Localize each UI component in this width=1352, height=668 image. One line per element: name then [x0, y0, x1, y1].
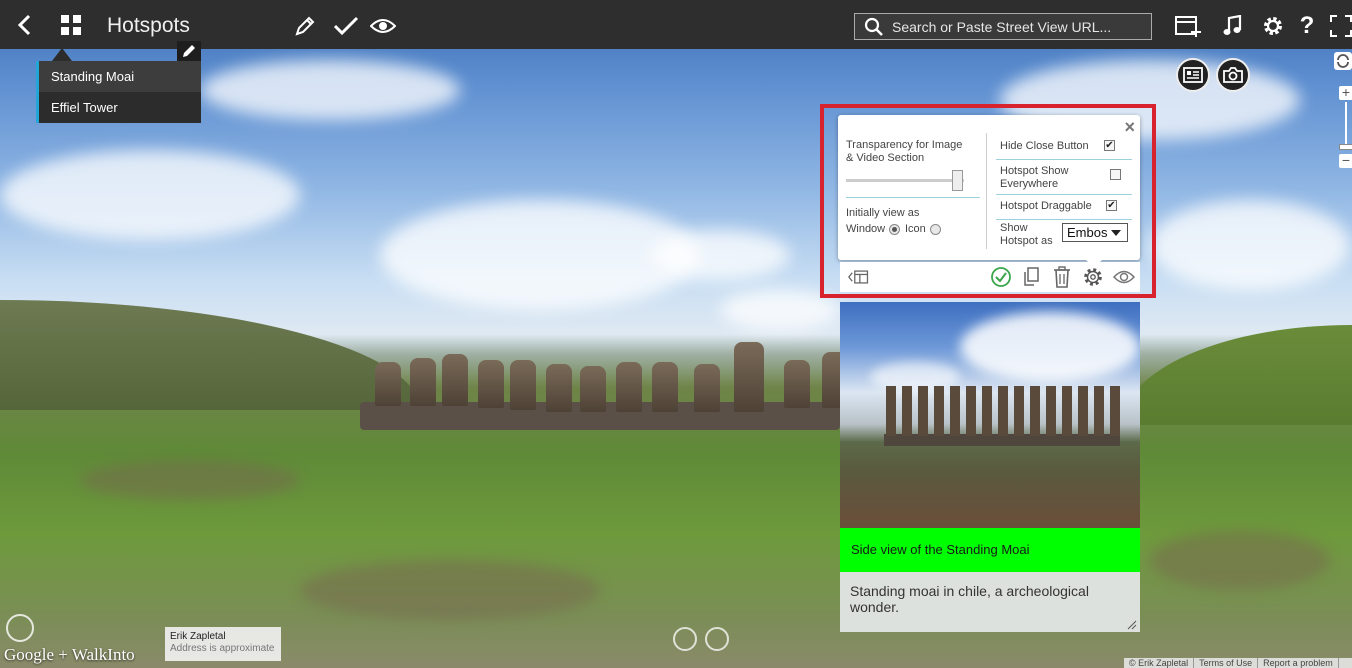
- help-icon[interactable]: ?: [1297, 12, 1317, 40]
- cloud: [200, 60, 460, 120]
- moai-statue: [410, 358, 436, 406]
- cloud: [650, 230, 790, 280]
- checkmark-icon[interactable]: [332, 14, 360, 38]
- ground-patch: [300, 560, 600, 620]
- author-name: Erik Zapletal: [170, 631, 226, 642]
- dropdown-pointer: [52, 48, 72, 61]
- eye-icon[interactable]: [369, 14, 397, 38]
- moai-row: [886, 386, 1120, 436]
- moai-statue: [734, 342, 764, 412]
- zoom-out-button[interactable]: −: [1339, 153, 1352, 168]
- moai-statue: [546, 364, 572, 412]
- fullscreen-icon[interactable]: [1330, 14, 1352, 38]
- add-panel-icon[interactable]: [1174, 14, 1202, 38]
- moai-statue: [694, 364, 720, 412]
- zoom-in-button[interactable]: +: [1339, 85, 1352, 100]
- ground-patch: [80, 460, 300, 500]
- search-bar: [854, 13, 1152, 40]
- moai-statue: [784, 360, 810, 408]
- zoom-slider-track[interactable]: [1345, 102, 1347, 146]
- ground-patch: [1150, 530, 1330, 590]
- hill: [1122, 325, 1352, 425]
- zoom-slider-handle[interactable]: [1339, 144, 1352, 150]
- resize-handle-icon[interactable]: [1127, 620, 1137, 630]
- hotspot-image: [840, 302, 1140, 528]
- moai-statue: [580, 366, 606, 412]
- hotspot-description: Standing moai in chile, a archeological …: [840, 572, 1140, 632]
- author-note: Address is approximate: [170, 643, 275, 654]
- moai-statue: [375, 362, 401, 406]
- search-icon[interactable]: [864, 17, 884, 37]
- camera-icon[interactable]: [1216, 58, 1250, 92]
- author-box[interactable]: Erik Zapletal Address is approximate: [165, 627, 281, 661]
- rotate-icon[interactable]: [1334, 52, 1352, 70]
- walkinto-logo-icon: [6, 614, 34, 642]
- gear-circle-icon[interactable]: [705, 627, 729, 651]
- branding-logo: Google + WalkInto: [4, 645, 135, 664]
- moai-statue: [616, 362, 642, 412]
- moai-statue: [510, 360, 536, 410]
- hotspot-list-item-effiel-tower[interactable]: Effiel Tower: [36, 92, 201, 123]
- moai-statue: [478, 360, 504, 408]
- report-problem-link[interactable]: Report a problem: [1258, 658, 1339, 668]
- edit-hotspot-pencil-icon[interactable]: [177, 41, 201, 61]
- footer-copyright: © Erik Zapletal: [1124, 658, 1195, 668]
- info-card-icon[interactable]: [1176, 58, 1210, 92]
- grid-icon[interactable]: [58, 12, 84, 38]
- street-view-panorama[interactable]: [0, 0, 1352, 668]
- top-toolbar: Hotspots ?: [0, 0, 1352, 49]
- page-title: Hotspots: [107, 14, 190, 37]
- gear-icon[interactable]: [1261, 14, 1285, 38]
- cloud: [0, 150, 300, 240]
- back-arrow-icon[interactable]: [12, 12, 36, 38]
- terms-link[interactable]: Terms of Use: [1194, 658, 1259, 668]
- music-icon[interactable]: [1220, 14, 1244, 38]
- highlight-box: [820, 104, 1156, 298]
- play-icon[interactable]: [673, 627, 697, 651]
- hotspot-list-dropdown: Standing Moai Effiel Tower: [36, 61, 201, 123]
- hotspot-list-item-standing-moai[interactable]: Standing Moai: [36, 61, 201, 92]
- hotspot-description-text: Standing moai in chile, a archeological …: [850, 583, 1089, 615]
- hotspot-caption: Side view of the Standing Moai: [840, 528, 1140, 572]
- hill: [0, 300, 420, 410]
- cloud: [1150, 200, 1350, 290]
- pencil-icon[interactable]: [293, 14, 317, 38]
- moai-statue: [442, 354, 468, 406]
- moai-statue: [652, 362, 678, 412]
- zoom-control: + −: [1334, 52, 1352, 172]
- map-footer: © Erik Zapletal Terms of Use Report a prob…: [1124, 658, 1352, 668]
- cloud: [960, 312, 1140, 382]
- search-input[interactable]: [890, 17, 1144, 36]
